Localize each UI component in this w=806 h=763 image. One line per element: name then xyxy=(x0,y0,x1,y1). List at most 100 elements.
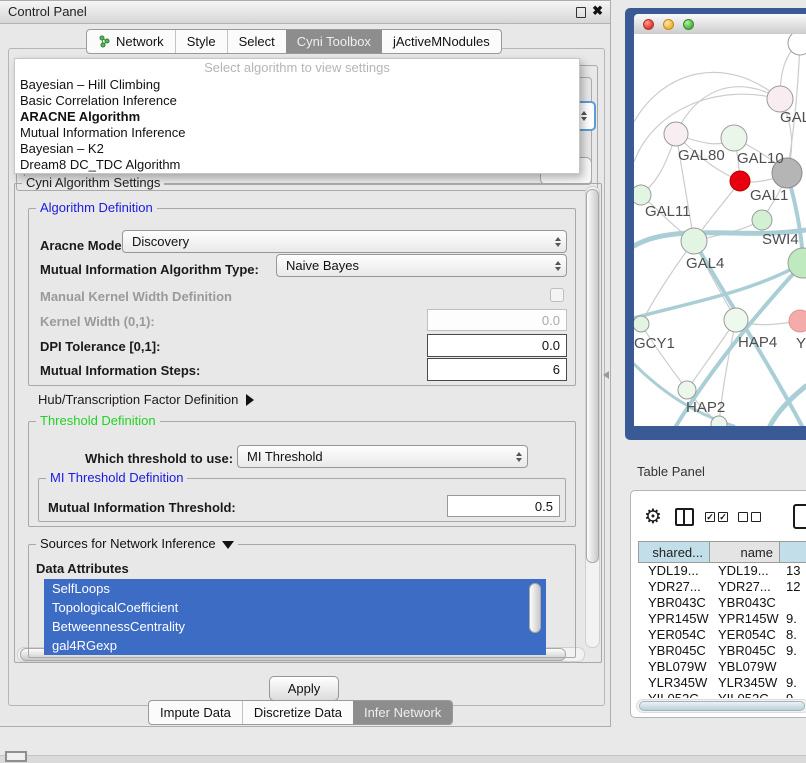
control-panel-window: Control Panel ✖ Network Style Select Cyn… xyxy=(0,0,611,727)
mi-threshold-field[interactable]: 0.5 xyxy=(447,495,560,517)
unchecked-checkbox-icon[interactable] xyxy=(738,512,748,522)
table-horizontal-scrollbar[interactable] xyxy=(636,699,806,713)
network-node-salmon[interactable] xyxy=(789,310,806,332)
mi-threshold-label: Mutual Information Threshold: xyxy=(48,500,236,515)
node-label: HAP4 xyxy=(738,334,777,351)
table-hscroll-thumb[interactable] xyxy=(639,701,805,711)
mi-type-combobox[interactable]: Naive Bayes xyxy=(276,254,567,277)
network-node-gal11[interactable] xyxy=(634,185,651,205)
dpi-tolerance-label: DPI Tolerance [0,1]: xyxy=(40,339,160,354)
column-header-name[interactable]: name xyxy=(709,541,780,563)
hub-definition-toggle[interactable]: Hub/Transcription Factor Definition xyxy=(38,392,254,407)
bottom-tabbar: Impute Data Discretize Data Infer Networ… xyxy=(148,700,453,725)
node-label: GAL1 xyxy=(750,187,788,204)
list-scrollbar-thumb[interactable] xyxy=(529,583,541,633)
dropdown-item[interactable]: Mutual Information Inference xyxy=(15,125,579,141)
network-node-hap2[interactable] xyxy=(678,381,696,399)
split-columns-icon[interactable] xyxy=(675,508,694,526)
tab-network[interactable]: Network xyxy=(87,30,175,53)
document-icon[interactable] xyxy=(793,504,806,529)
network-node-gal80[interactable] xyxy=(664,122,688,146)
table-panel-title: Table Panel xyxy=(637,464,705,479)
minimize-traffic-icon[interactable] xyxy=(663,19,674,30)
node-label: GAL11 xyxy=(645,203,691,220)
which-threshold-label: Which threshold to use: xyxy=(85,451,233,466)
kernel-width-label: Kernel Width (0,1): xyxy=(40,314,155,329)
network-node-gal1[interactable] xyxy=(752,210,772,230)
dpi-tolerance-field[interactable]: 0.0 xyxy=(427,334,567,357)
kernel-width-field[interactable]: 0.0 xyxy=(427,309,567,331)
column-header-partial[interactable] xyxy=(779,541,806,563)
unchecked-checkbox-icon[interactable] xyxy=(751,512,761,522)
which-threshold-combobox[interactable]: MI Threshold xyxy=(237,445,528,468)
checked-checkbox-icon[interactable]: ✓ xyxy=(718,512,728,522)
dropdown-item[interactable]: Bayesian – Hill Climbing xyxy=(15,77,579,93)
dropdown-item[interactable]: Basic Correlation Inference xyxy=(15,93,579,109)
algorithm-definition-title: Algorithm Definition xyxy=(36,201,157,215)
table-panel: ⚙ ✓ ✓ shared... name YDL19...YDL19...13 … xyxy=(630,490,806,718)
settings-vertical-scrollbar[interactable] xyxy=(585,186,600,648)
dropdown-item[interactable]: Bayesian – K2 xyxy=(15,141,579,157)
zoom-traffic-icon[interactable] xyxy=(683,19,694,30)
mi-threshold-group-title: MI Threshold Definition xyxy=(46,471,187,485)
tab-jactivemnodules[interactable]: jActiveMNodules xyxy=(382,30,501,53)
gear-icon[interactable]: ⚙ xyxy=(644,504,662,529)
network-canvas[interactable]: GAL7 GAL80 GAL10 GAL1 SWI4 GAL11 GAL4 GC… xyxy=(634,34,806,426)
tab-discretize-data[interactable]: Discretize Data xyxy=(242,701,353,724)
manual-kernel-checkbox[interactable] xyxy=(550,288,564,302)
dropdown-placeholder: Select algorithm to view settings xyxy=(15,59,579,77)
corner-widget[interactable] xyxy=(5,751,27,762)
network-node-swi4[interactable] xyxy=(788,248,806,278)
aracne-mode-label: Aracne Mode: xyxy=(40,238,126,253)
list-item[interactable]: TopologicalCoefficient xyxy=(44,598,546,617)
column-header-shared[interactable]: shared... xyxy=(638,541,710,563)
node-label: HAP2 xyxy=(686,399,725,416)
dropdown-item[interactable]: Dream8 DC_TDC Algorithm xyxy=(15,157,579,173)
network-icon xyxy=(98,35,111,48)
sources-group-title[interactable]: Sources for Network Inference xyxy=(36,537,238,551)
control-panel-title: Control Panel xyxy=(8,4,87,19)
tab-infer-network[interactable]: Infer Network xyxy=(353,701,452,724)
control-panel-titlebar: Control Panel ✖ xyxy=(0,1,610,24)
node-label: SWI4 xyxy=(762,231,799,248)
tab-impute-data[interactable]: Impute Data xyxy=(149,701,242,724)
close-traffic-icon[interactable] xyxy=(643,19,654,30)
threshold-definition-title: Threshold Definition xyxy=(36,414,160,428)
network-node-gal4[interactable] xyxy=(681,228,707,254)
close-icon[interactable]: ✖ xyxy=(592,3,603,19)
apply-button[interactable]: Apply xyxy=(269,676,339,701)
manual-kernel-label: Manual Kernel Width Definition xyxy=(40,289,232,304)
network-window-titlebar[interactable] xyxy=(634,14,806,34)
node-label: GAL7 xyxy=(780,109,806,126)
combo-spinner-icon xyxy=(550,237,566,247)
tab-style[interactable]: Style xyxy=(175,30,227,53)
settings-vscroll-thumb[interactable] xyxy=(586,189,599,563)
data-attributes-list[interactable]: SelfLoops TopologicalCoefficient Between… xyxy=(44,579,546,655)
combo-spinner-icon xyxy=(550,261,566,271)
float-window-icon[interactable] xyxy=(576,7,586,18)
tab-cyni-toolbox[interactable]: Cyni Toolbox xyxy=(286,30,382,53)
network-node-gal10[interactable] xyxy=(721,125,747,151)
network-view-window[interactable]: GAL7 GAL80 GAL10 GAL1 SWI4 GAL11 GAL4 GC… xyxy=(625,8,806,440)
dropdown-item-selected[interactable]: ARACNE Algorithm xyxy=(15,109,579,125)
splitpane-collapse-icon[interactable] xyxy=(603,371,609,379)
tab-select[interactable]: Select xyxy=(227,30,286,53)
data-attributes-label: Data Attributes xyxy=(36,561,129,576)
aracne-mode-combobox[interactable]: Discovery xyxy=(122,230,567,253)
list-item[interactable]: BetweennessCentrality xyxy=(44,617,546,636)
network-node-hap4[interactable] xyxy=(724,308,748,332)
node-label: GCY1 xyxy=(634,335,675,352)
table-body: YDL19...YDL19...13 YDR27...YDR27...12 YB… xyxy=(631,563,806,698)
control-panel-tabbar: Network Style Select Cyni Toolbox jActiv… xyxy=(86,29,502,54)
cyni-settings-group-title: Cyni Algorithm Settings xyxy=(22,176,164,190)
list-item[interactable]: gal4RGexp xyxy=(44,636,546,655)
checked-checkbox-icon[interactable]: ✓ xyxy=(705,512,715,522)
network-node-red[interactable] xyxy=(730,171,750,191)
network-node-gcy1[interactable] xyxy=(634,316,649,332)
node-label: GAL10 xyxy=(737,150,784,167)
node-label: Y xyxy=(796,335,806,352)
combo-spinner-icon xyxy=(511,452,527,462)
list-item[interactable]: SelfLoops xyxy=(44,579,546,598)
mi-steps-field[interactable]: 6 xyxy=(427,358,567,381)
node-label: GAL80 xyxy=(678,147,725,164)
